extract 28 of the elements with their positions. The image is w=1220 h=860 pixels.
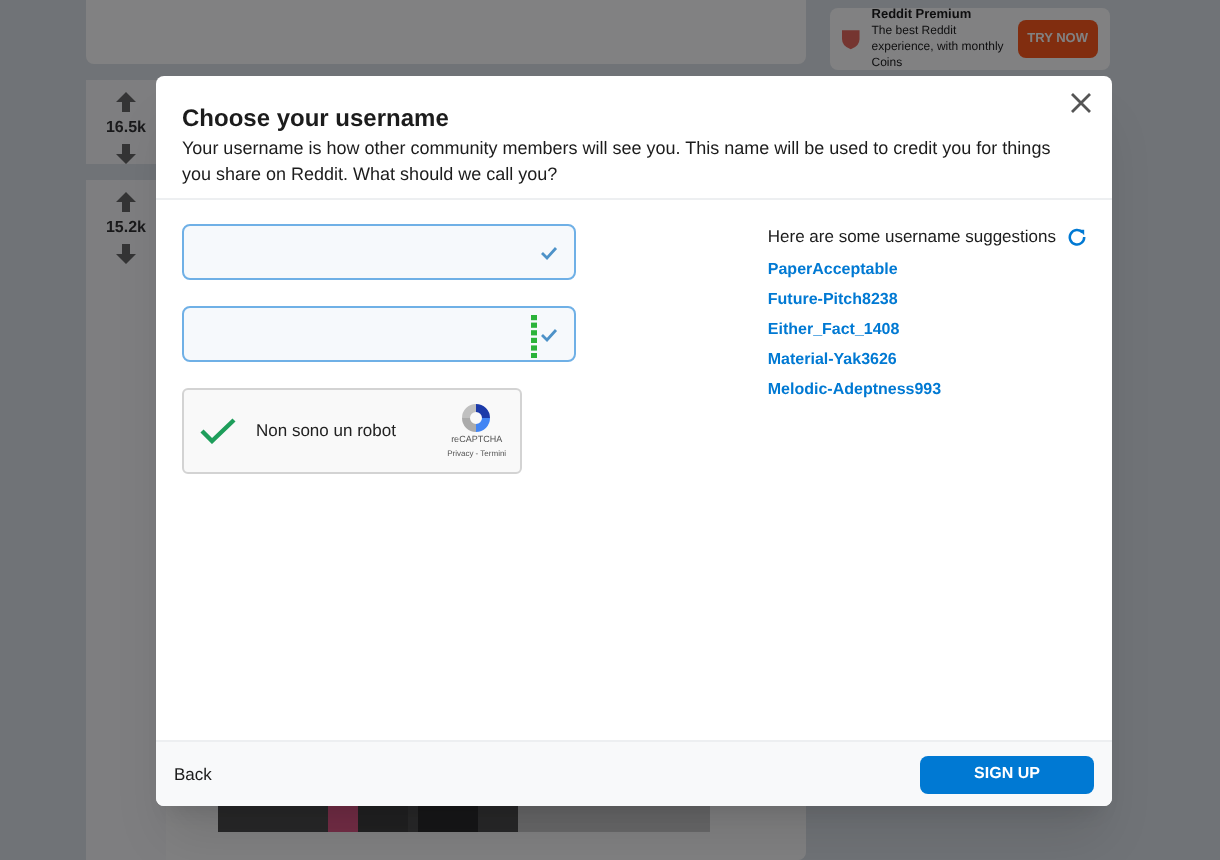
dialog-description: Your username is how other community members will see you. This name will be used to credit you for things you share on Reddit. What should we call you?: [182, 136, 1053, 188]
shield-icon: [842, 26, 860, 52]
upvote-icon[interactable]: [116, 192, 136, 213]
sign-up-button[interactable]: SIGN UP: [920, 755, 1094, 793]
close-icon[interactable]: [1070, 92, 1092, 114]
username-suggestion[interactable]: Future-Pitch8238: [767, 289, 1086, 310]
refresh-icon[interactable]: [1068, 227, 1086, 246]
suggestions-heading: Here are some username suggestions: [767, 224, 1056, 250]
downvote-icon[interactable]: [116, 244, 136, 265]
username-field[interactable]: [182, 224, 576, 280]
password-field[interactable]: [182, 306, 576, 362]
captcha-label: Non sono un robot: [256, 418, 398, 444]
vote-count: 16.5k: [105, 116, 147, 141]
password-manager-icon[interactable]: [530, 314, 538, 358]
username-suggestion[interactable]: PaperAcceptable: [767, 259, 1086, 280]
check-icon: [200, 418, 236, 444]
upvote-icon[interactable]: [116, 92, 136, 113]
username-suggestion[interactable]: Melodic-Adeptness993: [767, 379, 1086, 400]
check-icon: [540, 328, 558, 342]
username-suggestion[interactable]: Material-Yak3626: [767, 349, 1086, 370]
vote-count: 15.2k: [105, 216, 147, 241]
dialog-title: Choose your username: [182, 102, 451, 136]
recaptcha-logo-icon: [460, 402, 493, 435]
downvote-icon[interactable]: [116, 144, 136, 165]
username-suggestion[interactable]: Either_Fact_1408: [767, 319, 1086, 340]
back-link[interactable]: Back: [174, 761, 212, 787]
captcha-checkbox[interactable]: [200, 415, 236, 447]
check-icon: [540, 246, 558, 260]
